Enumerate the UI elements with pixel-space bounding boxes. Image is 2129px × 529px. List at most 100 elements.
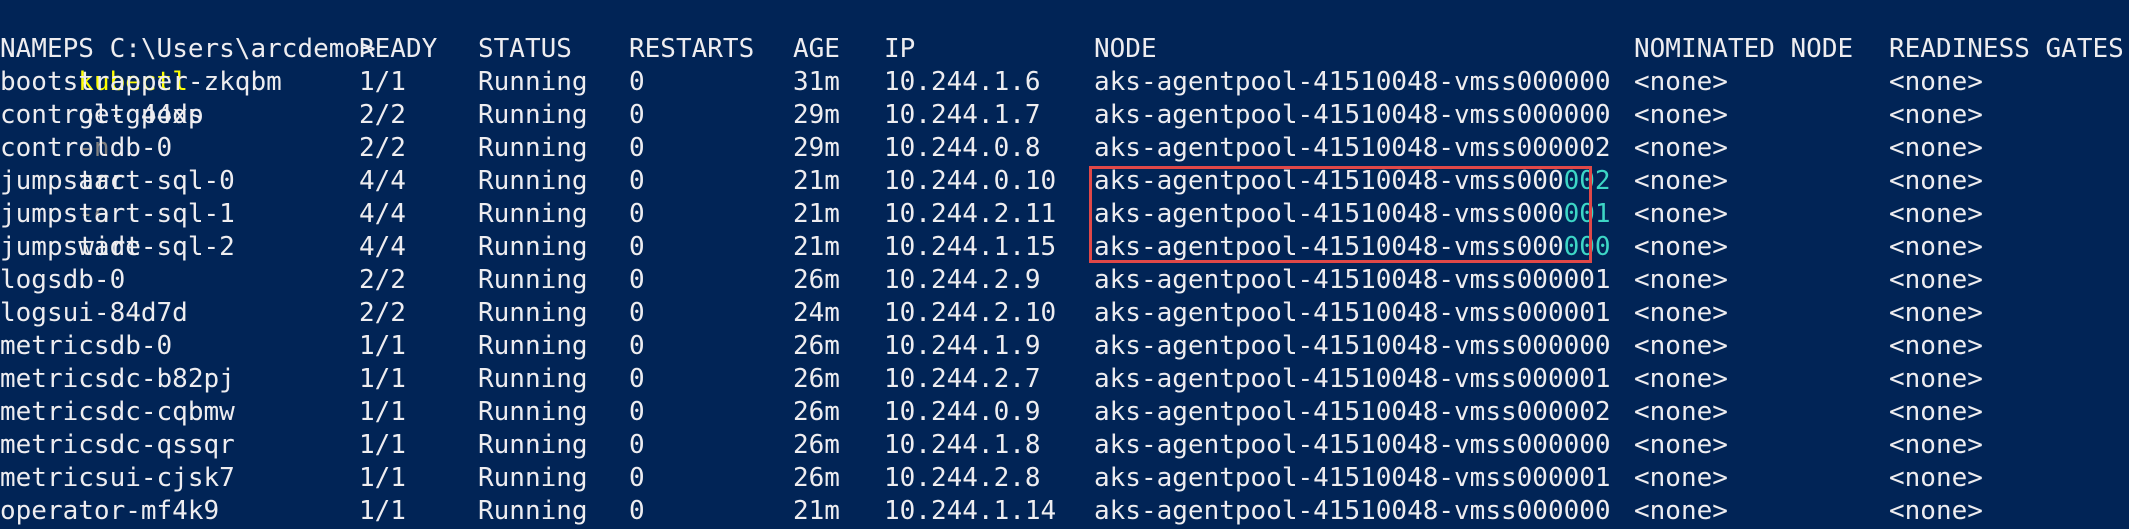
table-row: logsdb-0 2/2 Running 0 26m 10.244.2.9 aks-agen… bbox=[0, 264, 2129, 297]
pod-node: aks-agentpool-41510048-vmss000000 bbox=[1094, 66, 1611, 99]
pod-restarts: 0 bbox=[629, 397, 645, 427]
node-suffix: 000 bbox=[1563, 100, 1611, 130]
node-suffix: 000 bbox=[1563, 430, 1611, 460]
pod-readiness-gates: <none> bbox=[1889, 463, 1983, 493]
table-row: bootstrapper-zkqbm 1/1 Running 0 31m 10.244.1… bbox=[0, 66, 2129, 99]
pod-nominated-node: <none> bbox=[1634, 67, 1728, 97]
pod-readiness-gates: <none> bbox=[1889, 67, 1983, 97]
pod-ready: 4/4 bbox=[359, 232, 406, 262]
pod-status: Running bbox=[478, 364, 588, 394]
pod-age: 21m bbox=[793, 232, 840, 262]
pod-nominated-node: <none> bbox=[1634, 199, 1728, 229]
node-prefix: aks-agentpool-41510048-vmss000 bbox=[1094, 133, 1564, 163]
pod-restarts: 0 bbox=[629, 67, 645, 97]
pod-node: aks-agentpool-41510048-vmss000002 bbox=[1094, 132, 1611, 165]
pod-ready: 1/1 bbox=[359, 397, 406, 427]
pod-age: 21m bbox=[793, 166, 840, 196]
pod-name: jumpstart-sql-0 bbox=[0, 166, 235, 196]
pod-ip: 10.244.0.8 bbox=[884, 133, 1041, 163]
pod-age: 26m bbox=[793, 331, 840, 361]
pod-node: aks-agentpool-41510048-vmss000000 bbox=[1094, 429, 1611, 462]
pod-ip: 10.244.1.15 bbox=[884, 232, 1057, 262]
pod-status: Running bbox=[478, 331, 588, 361]
pod-ip: 10.244.0.9 bbox=[884, 397, 1041, 427]
pod-nominated-node: <none> bbox=[1634, 496, 1728, 526]
node-suffix: 001 bbox=[1563, 364, 1611, 394]
table-row: operator-mf4k9 1/1 Running 0 21m 10.244.1.14 a… bbox=[0, 495, 2129, 528]
pod-nominated-node: <none> bbox=[1634, 397, 1728, 427]
pod-name: bootstrapper-zkqbm bbox=[0, 67, 282, 97]
node-prefix: aks-agentpool-41510048-vmss000 bbox=[1094, 496, 1564, 526]
pod-nominated-node: <none> bbox=[1634, 298, 1728, 328]
pod-status: Running bbox=[478, 100, 588, 130]
node-prefix: aks-agentpool-41510048-vmss000 bbox=[1094, 265, 1564, 295]
pod-ready: 1/1 bbox=[359, 364, 406, 394]
pod-node: aks-agentpool-41510048-vmss000000 bbox=[1094, 330, 1611, 363]
header-restarts: RESTARTS bbox=[629, 34, 755, 64]
pod-readiness-gates: <none> bbox=[1889, 298, 1983, 328]
pod-nominated-node: <none> bbox=[1634, 430, 1728, 460]
table-row: metricsdc-qssqr 1/1 Running 0 26m 10.244.1.8 a… bbox=[0, 429, 2129, 462]
pod-node: aks-agentpool-41510048-vmss000001 bbox=[1094, 297, 1611, 330]
pod-node: aks-agentpool-41510048-vmss000001 bbox=[1094, 198, 1611, 231]
pod-ip: 10.244.2.7 bbox=[884, 364, 1041, 394]
pod-name: metricsdc-qssqr bbox=[0, 430, 235, 460]
pod-node: aks-agentpool-41510048-vmss000002 bbox=[1094, 396, 1611, 429]
pod-restarts: 0 bbox=[629, 232, 645, 262]
pod-name: controldb-0 bbox=[0, 133, 173, 163]
node-suffix: 000 bbox=[1563, 67, 1611, 97]
table-row: metricsdb-0 1/1 Running 0 26m 10.244.1.9 aks-a… bbox=[0, 330, 2129, 363]
command-prompt-line: PS C:\Users\arcdemo> kubectl get pods -n… bbox=[0, 0, 376, 262]
pod-restarts: 0 bbox=[629, 265, 645, 295]
pod-age: 21m bbox=[793, 496, 840, 526]
pod-name: logsdb-0 bbox=[0, 265, 126, 295]
pod-restarts: 0 bbox=[629, 364, 645, 394]
node-prefix: aks-agentpool-41510048-vmss000 bbox=[1094, 232, 1564, 262]
node-prefix: aks-agentpool-41510048-vmss000 bbox=[1094, 397, 1564, 427]
powershell-terminal[interactable]: PS C:\Users\arcdemo> kubectl get pods -n… bbox=[0, 0, 2129, 529]
node-suffix: 002 bbox=[1563, 397, 1611, 427]
pod-restarts: 0 bbox=[629, 166, 645, 196]
node-prefix: aks-agentpool-41510048-vmss000 bbox=[1094, 463, 1564, 493]
pod-restarts: 0 bbox=[629, 133, 645, 163]
node-prefix: aks-agentpool-41510048-vmss000 bbox=[1094, 364, 1564, 394]
pod-nominated-node: <none> bbox=[1634, 133, 1728, 163]
pod-name: control-g44xp bbox=[0, 100, 204, 130]
node-suffix: 000 bbox=[1563, 331, 1611, 361]
table-row: jumpstart-sql-1 4/4 Running 0 21m 10.244.2.11… bbox=[0, 198, 2129, 231]
pod-status: Running bbox=[478, 133, 588, 163]
table-row: metricsdc-cqbmw 1/1 Running 0 26m 10.244.0.9 a… bbox=[0, 396, 2129, 429]
pod-readiness-gates: <none> bbox=[1889, 199, 1983, 229]
pod-name: metricsdc-cqbmw bbox=[0, 397, 235, 427]
header-ip: IP bbox=[884, 34, 916, 64]
pod-status: Running bbox=[478, 232, 588, 262]
table-row: control-g44xp 2/2 Running 0 29m 10.244.1.7 aks… bbox=[0, 99, 2129, 132]
pod-nominated-node: <none> bbox=[1634, 100, 1728, 130]
pod-readiness-gates: <none> bbox=[1889, 331, 1983, 361]
pod-ready: 2/2 bbox=[359, 100, 406, 130]
node-suffix: 001 bbox=[1563, 298, 1611, 328]
header-readiness-gates: READINESS GATES bbox=[1889, 34, 2124, 64]
node-suffix: 002 bbox=[1563, 166, 1611, 196]
pod-age: 29m bbox=[793, 100, 840, 130]
pod-restarts: 0 bbox=[629, 100, 645, 130]
node-prefix: aks-agentpool-41510048-vmss000 bbox=[1094, 331, 1564, 361]
table-row: metricsdc-b82pj 1/1 Running 0 26m 10.244.2.7 a… bbox=[0, 363, 2129, 396]
header-age: AGE bbox=[793, 34, 840, 64]
pod-ready: 1/1 bbox=[359, 430, 406, 460]
pod-status: Running bbox=[478, 496, 588, 526]
pod-status: Running bbox=[478, 199, 588, 229]
pod-restarts: 0 bbox=[629, 430, 645, 460]
pod-age: 26m bbox=[793, 430, 840, 460]
pod-ip: 10.244.1.14 bbox=[884, 496, 1057, 526]
pod-nominated-node: <none> bbox=[1634, 364, 1728, 394]
pod-node: aks-agentpool-41510048-vmss000000 bbox=[1094, 99, 1611, 132]
pod-readiness-gates: <none> bbox=[1889, 265, 1983, 295]
pod-ip: 10.244.1.8 bbox=[884, 430, 1041, 460]
pod-ready: 4/4 bbox=[359, 166, 406, 196]
node-suffix: 000 bbox=[1563, 232, 1611, 262]
pod-ready: 1/1 bbox=[359, 67, 406, 97]
header-nominated-node: NOMINATED NODE bbox=[1634, 34, 1854, 64]
pod-node: aks-agentpool-41510048-vmss000002 bbox=[1094, 165, 1611, 198]
pod-restarts: 0 bbox=[629, 298, 645, 328]
